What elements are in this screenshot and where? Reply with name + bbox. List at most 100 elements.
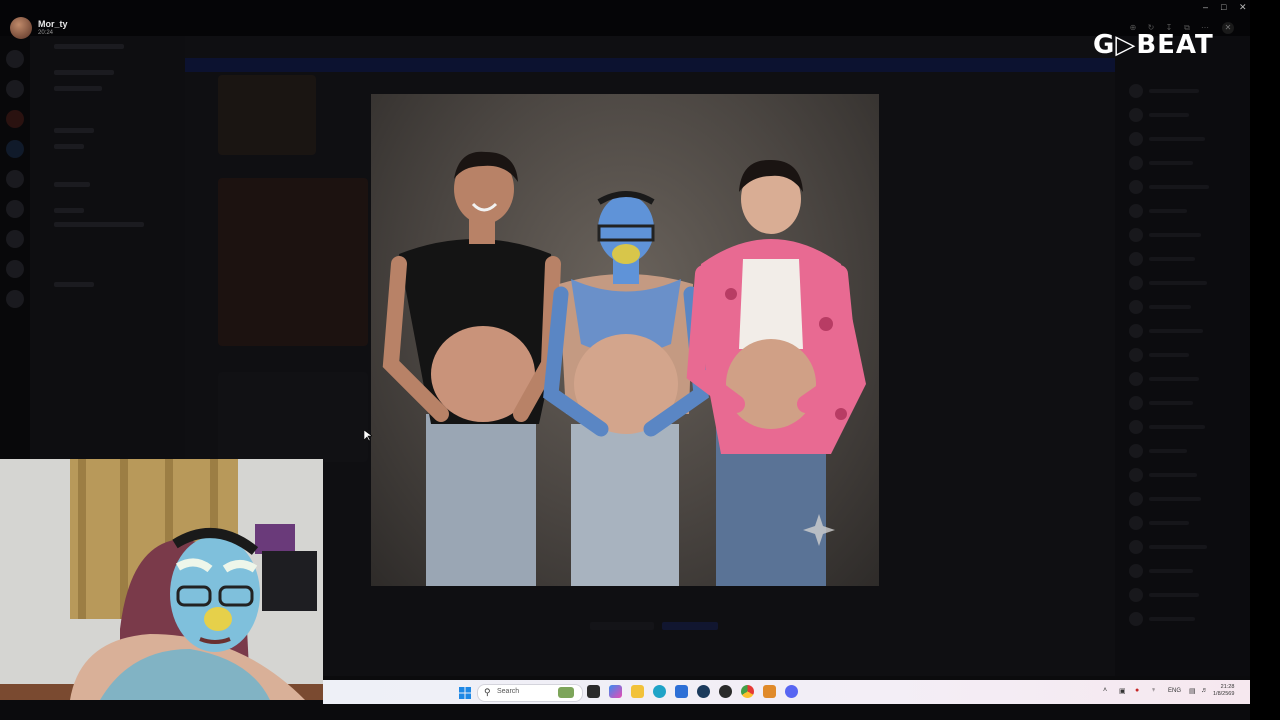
member-avatar[interactable]	[1129, 372, 1143, 386]
close-icon[interactable]: ✕	[1239, 2, 1247, 13]
search-icon: ⚲	[484, 687, 491, 697]
store-icon[interactable]	[675, 685, 688, 698]
clock-date: 1/8/2569	[1213, 691, 1235, 697]
member-avatar[interactable]	[1129, 468, 1143, 482]
member-name	[1149, 305, 1191, 309]
member-avatar[interactable]	[1129, 108, 1143, 122]
member-avatar[interactable]	[1129, 540, 1143, 554]
member-name	[1149, 425, 1205, 429]
server-icon[interactable]	[6, 50, 24, 68]
chevron-up-icon[interactable]: ˄	[1103, 687, 1107, 694]
channel-item[interactable]	[54, 86, 102, 91]
webcam-feed	[0, 459, 323, 700]
volume-icon[interactable]: ♬	[1201, 687, 1208, 694]
app-icon[interactable]	[763, 685, 776, 698]
discord-icon[interactable]	[785, 685, 798, 698]
streamer-tag: Mor_ty 20:24	[10, 17, 68, 39]
member-avatar[interactable]	[1129, 564, 1143, 578]
channel-item[interactable]	[54, 70, 114, 75]
title-bar	[0, 0, 1250, 36]
viewer-caption-link[interactable]	[590, 622, 654, 630]
microphone-icon[interactable]: ♆	[1151, 687, 1156, 694]
person-right	[686, 159, 866, 586]
member-avatar[interactable]	[1129, 588, 1143, 602]
member-avatar[interactable]	[1129, 228, 1143, 242]
member-avatar[interactable]	[1129, 132, 1143, 146]
viewer-caption-link[interactable]	[662, 622, 718, 630]
taskbar-clock[interactable]: 21:28 1/8/2569	[1213, 684, 1234, 698]
member-avatar[interactable]	[1129, 156, 1143, 170]
member-avatar[interactable]	[1129, 300, 1143, 314]
server-icon[interactable]	[6, 80, 24, 98]
chat-image-thumbnail[interactable]	[218, 178, 368, 346]
chrome-icon[interactable]	[741, 685, 754, 698]
webcam-overlay	[0, 459, 323, 700]
maximize-icon[interactable]: □	[1221, 2, 1226, 12]
member-avatar[interactable]	[1129, 180, 1143, 194]
user-time: 20:24	[38, 30, 54, 36]
copilot-icon[interactable]	[609, 685, 622, 698]
task-view-icon[interactable]	[587, 685, 600, 698]
tray-app-icon[interactable]: ▣	[1119, 687, 1126, 695]
channel-item[interactable]	[54, 182, 90, 187]
taskbar-search-box[interactable]: ⚲ Search	[477, 684, 583, 702]
member-avatar[interactable]	[1129, 348, 1143, 362]
member-avatar[interactable]	[1129, 516, 1143, 530]
member-name	[1149, 545, 1207, 549]
taskbar: ⚲ Search ˄ ▣ ● ♆ ENG ▤ ♬ 21:28 1/8/2569	[323, 680, 1250, 704]
server-icon[interactable]	[6, 200, 24, 218]
minimize-icon[interactable]: –	[1203, 2, 1208, 12]
channel-item[interactable]	[54, 128, 94, 133]
member-name	[1149, 353, 1189, 357]
steam-icon[interactable]	[697, 685, 710, 698]
member-name	[1149, 137, 1205, 141]
member-avatar[interactable]	[1129, 84, 1143, 98]
edge-icon[interactable]	[653, 685, 666, 698]
avatar	[10, 17, 32, 39]
server-icon[interactable]	[6, 290, 24, 308]
language-indicator[interactable]: ENG	[1168, 688, 1181, 694]
member-avatar[interactable]	[1129, 276, 1143, 290]
server-icon[interactable]	[6, 110, 24, 128]
server-icon[interactable]	[6, 230, 24, 248]
member-name	[1149, 281, 1207, 285]
person-left	[382, 151, 561, 586]
member-name	[1149, 161, 1193, 165]
channel-item[interactable]	[54, 144, 84, 149]
channel-item[interactable]	[54, 208, 84, 213]
channel-item[interactable]	[54, 282, 94, 287]
member-avatar[interactable]	[1129, 492, 1143, 506]
member-avatar[interactable]	[1129, 444, 1143, 458]
close-icon[interactable]: ✕	[1222, 22, 1234, 34]
channel-item[interactable]	[54, 44, 124, 49]
channel-item[interactable]	[54, 222, 144, 227]
member-name	[1149, 521, 1189, 525]
member-avatar[interactable]	[1129, 252, 1143, 266]
member-name	[1149, 257, 1195, 261]
member-name	[1149, 569, 1193, 573]
member-name	[1149, 497, 1201, 501]
chat-image-thumbnail[interactable]	[218, 75, 316, 155]
server-icon[interactable]	[6, 140, 24, 158]
chat-image-thumbnail[interactable]	[218, 372, 368, 462]
mouse-cursor-icon	[363, 429, 373, 447]
search-placeholder: Search	[497, 688, 520, 695]
member-name	[1149, 377, 1199, 381]
member-avatar[interactable]	[1129, 612, 1143, 626]
member-avatar[interactable]	[1129, 204, 1143, 218]
file-explorer-icon[interactable]	[631, 685, 644, 698]
windows-start-icon[interactable]	[459, 686, 471, 699]
server-icon[interactable]	[6, 260, 24, 278]
member-avatar[interactable]	[1129, 420, 1143, 434]
clock-time: 21:28	[1220, 684, 1235, 690]
server-icon[interactable]	[6, 170, 24, 188]
tray-app-icon[interactable]: ●	[1135, 687, 1139, 694]
member-name	[1149, 233, 1201, 237]
member-avatar[interactable]	[1129, 324, 1143, 338]
member-name	[1149, 329, 1203, 333]
main-photo	[371, 94, 879, 586]
member-avatar[interactable]	[1129, 396, 1143, 410]
member-name	[1149, 185, 1209, 189]
obs-icon[interactable]	[719, 685, 732, 698]
network-icon[interactable]: ▤	[1189, 687, 1196, 695]
